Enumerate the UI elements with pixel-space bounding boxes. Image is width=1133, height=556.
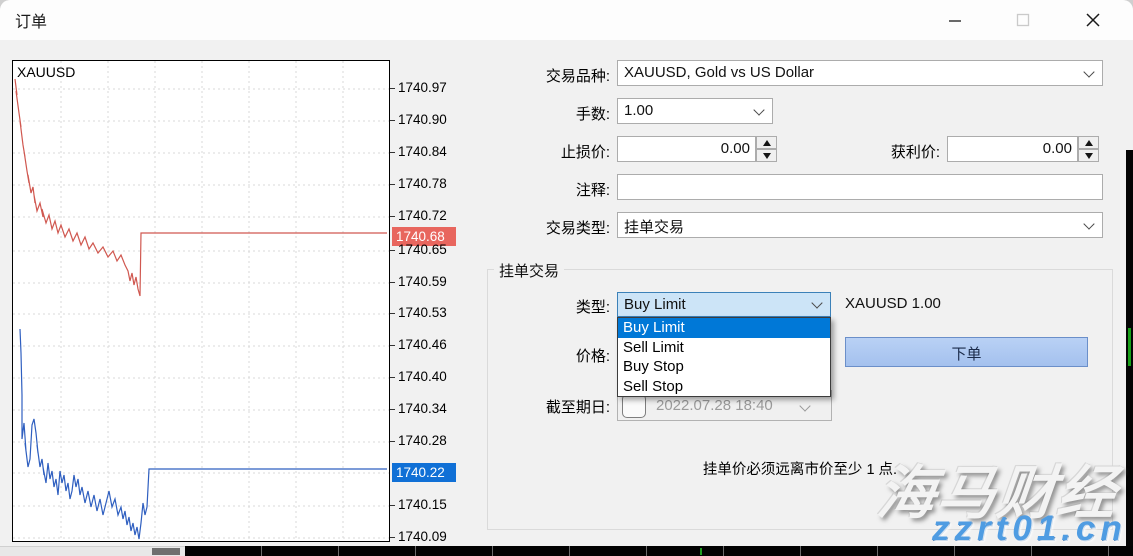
background-candle-mark [1128,328,1131,366]
maximize-icon [1016,13,1030,27]
price-axis-tick [390,184,395,185]
order-type-select-value: 挂单交易 [624,219,684,236]
price-axis-label: 1740.40 [398,369,447,384]
arrow-down-icon [1085,153,1093,159]
price-axis-label: 1740.97 [398,80,447,95]
price-axis-tick [390,505,395,506]
takeprofit-label: 获利价: [820,141,940,162]
chevron-down-icon [1083,66,1094,77]
pending-type-dropdown-list: Buy LimitSell LimitBuy StopSell Stop [617,317,831,397]
price-axis-label: 1740.34 [398,401,447,416]
order-dialog: 订单 XAUUSD 1740.68 1740.22 1740.971740.90… [0,0,1133,556]
price-axis-label: 1740.15 [398,497,447,512]
arrow-up-icon [763,140,771,146]
arrow-down-icon [763,153,771,159]
close-icon [1085,12,1101,28]
order-type-label: 交易类型: [470,217,610,238]
price-axis-tick [390,250,395,251]
titlebar: 订单 [0,0,1133,40]
symbol-select[interactable]: XAUUSD, Gold vs US Dollar [617,60,1103,86]
expiry-label: 截至期日: [470,396,610,417]
chart-symbol-label: XAUUSD [17,64,75,80]
volume-label: 手数: [470,103,610,124]
minimize-icon [948,13,962,27]
stoploss-input[interactable]: 0.00 [617,136,756,162]
place-order-button[interactable]: 下单 [845,337,1088,367]
arrow-up-icon [1085,140,1093,146]
dropdown-option[interactable]: Buy Stop [618,357,830,377]
volume-select-value: 1.00 [624,102,653,119]
price-axis-label: 1740.78 [398,176,447,191]
expiry-checkbox[interactable] [622,394,646,418]
price-axis-tick [390,441,395,442]
takeprofit-input[interactable]: 0.00 [947,136,1078,162]
scrollbar-thumb[interactable] [152,548,180,555]
price-axis-tick [390,345,395,346]
volume-select[interactable]: 1.00 [617,98,773,124]
price-axis-label: 1740.28 [398,433,447,448]
chevron-down-icon [753,104,764,115]
chevron-down-icon [811,297,822,308]
dialog-title: 订单 [15,8,47,32]
symbol-select-value: XAUUSD, Gold vs US Dollar [624,64,814,81]
price-axis-tick [390,216,395,217]
pending-type-label: 类型: [470,296,610,317]
maximize-button[interactable] [1000,0,1046,40]
takeprofit-decrement-button[interactable] [1078,149,1099,162]
order-type-select[interactable]: 挂单交易 [617,212,1103,238]
tick-chart-plot [13,61,389,541]
chevron-down-icon [799,400,810,411]
order-summary: XAUUSD 1.00 [845,295,941,312]
price-axis-tick [390,120,395,121]
price-axis-label: 1740.72 [398,208,447,223]
pending-type-select[interactable]: Buy Limit [617,292,831,317]
takeprofit-increment-button[interactable] [1078,136,1099,149]
close-button[interactable] [1070,0,1116,40]
price-axis-label: 1740.53 [398,305,447,320]
bid-price-tag: 1740.22 [392,463,456,482]
price-axis-label: 1740.59 [398,274,447,289]
price-axis-label: 1740.46 [398,337,447,352]
pending-order-group-title: 挂单交易 [494,260,564,281]
background-axis-mark [700,548,702,555]
chevron-down-icon [1083,218,1094,229]
price-axis-tick [390,282,395,283]
symbol-label: 交易品种: [470,65,610,86]
stoploss-increment-button[interactable] [756,136,777,149]
price-scale: 1740.68 1740.22 1740.971740.901740.84174… [390,60,460,542]
price-axis-tick [390,537,395,538]
dropdown-option[interactable]: Sell Limit [618,338,830,358]
stoploss-stepper [756,136,777,162]
pending-type-select-value: Buy Limit [624,296,686,313]
dropdown-option[interactable]: Sell Stop [618,377,830,397]
price-axis-label: 1740.84 [398,144,447,159]
price-axis-tick [390,409,395,410]
takeprofit-stepper [1078,136,1099,162]
price-axis-tick [390,152,395,153]
stoploss-decrement-button[interactable] [756,149,777,162]
comment-input[interactable] [617,174,1103,200]
price-axis-tick [390,88,395,89]
price-axis-tick [390,313,395,314]
dropdown-option[interactable]: Buy Limit [618,318,830,338]
minimize-button[interactable] [932,0,978,40]
price-axis-tick [390,377,395,378]
price-axis-label: 1740.90 [398,112,447,127]
tick-chart: XAUUSD [12,60,390,542]
stoploss-label: 止损价: [470,141,610,162]
price-label: 价格: [470,345,610,366]
price-axis-label: 1740.09 [398,529,447,544]
price-axis-label: 1740.65 [398,242,447,257]
watermark-url: zzrt01.cn [932,509,1127,549]
expiry-value: 2022.07.28 18:40 [656,397,773,414]
comment-label: 注释: [470,179,610,200]
